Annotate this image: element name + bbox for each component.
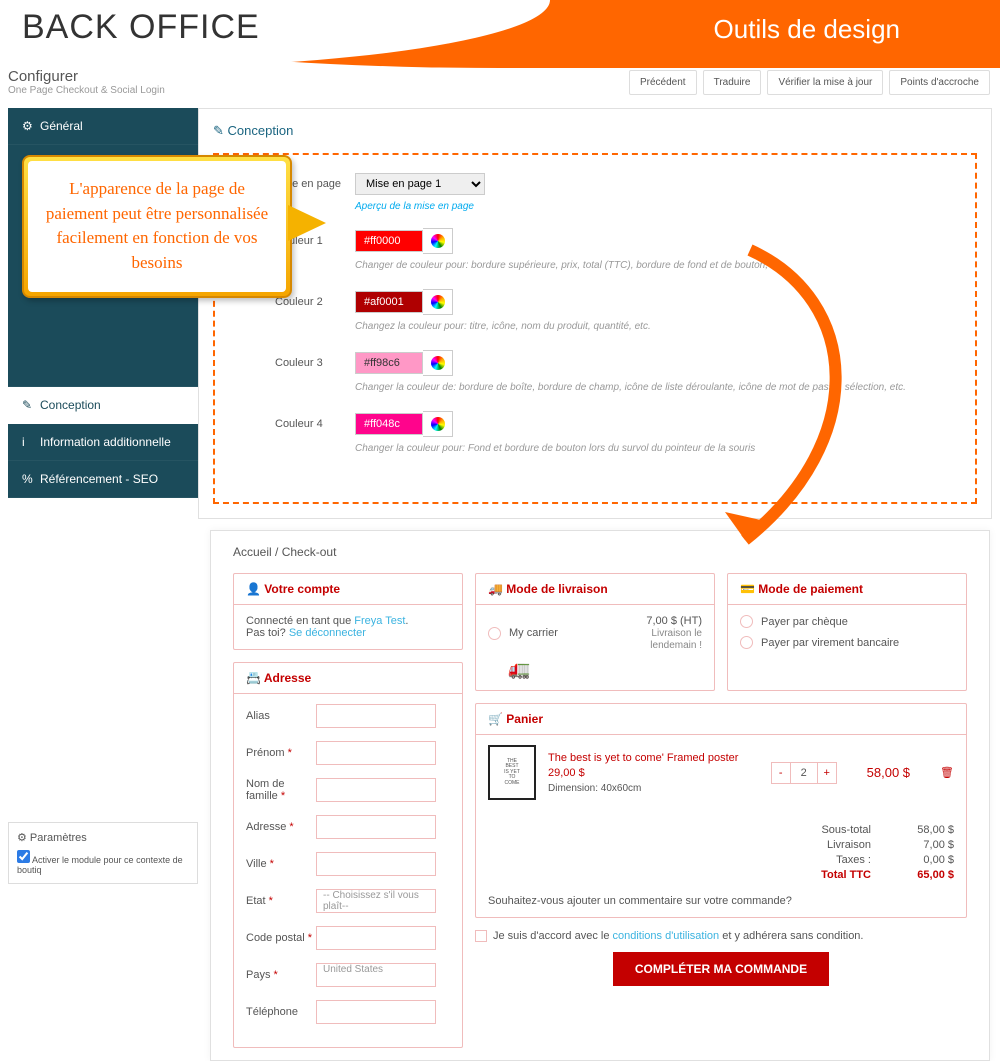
brush-icon: ✎ xyxy=(213,123,224,138)
payment-card: 💳 Mode de paiement Payer par chèque Paye… xyxy=(727,573,967,691)
color2-label: Couleur 2 xyxy=(275,296,355,308)
color3-label: Couleur 3 xyxy=(275,357,355,369)
color-wheel-icon xyxy=(431,356,445,370)
product-dim: Dimension: 40x60cm xyxy=(548,783,759,794)
qty-minus[interactable]: - xyxy=(771,762,791,784)
preview-link[interactable]: Aperçu de la mise en page xyxy=(355,201,925,212)
address-icon: 📇 xyxy=(246,671,261,685)
sidebar-item-seo[interactable]: %Référencement - SEO xyxy=(8,461,198,498)
color2-hint: Changez la couleur pour: titre, icône, n… xyxy=(355,321,925,332)
color1-hint: Changer de couleur pour: bordure supérie… xyxy=(355,260,925,271)
breadcrumb: Accueil / Check-out xyxy=(233,545,967,559)
color4-hint: Changer la couleur pour: Fond et bordure… xyxy=(355,443,925,454)
gear-icon: ⚙ xyxy=(22,119,34,133)
prev-button[interactable]: Précédent xyxy=(629,70,697,95)
color4-picker[interactable] xyxy=(423,411,453,437)
agree-checkbox[interactable] xyxy=(475,930,487,942)
color-wheel-icon xyxy=(431,295,445,309)
firstname-input[interactable] xyxy=(316,741,436,765)
address-input[interactable] xyxy=(316,815,436,839)
checkout-preview: Accueil / Check-out 👤 Votre compte Conne… xyxy=(210,530,990,1061)
params-title: ⚙ Paramètres xyxy=(17,831,189,844)
product-name: The best is yet to come' Framed poster xyxy=(548,752,759,764)
sidebar-item-general[interactable]: ⚙Général xyxy=(8,108,198,145)
phone-input[interactable] xyxy=(316,1000,436,1024)
color-wheel-icon xyxy=(431,417,445,431)
trash-icon[interactable]: 🗑 xyxy=(940,766,954,779)
callout-text: L'apparence de la page de paiement peut … xyxy=(28,161,286,292)
color2-input[interactable]: #af0001 xyxy=(355,291,423,313)
card-icon: 💳 xyxy=(740,582,755,596)
country-select[interactable]: United States xyxy=(316,963,436,987)
color1-input[interactable]: #ff0000 xyxy=(355,230,423,252)
sidebar-item-additional[interactable]: iInformation additionnelle xyxy=(8,424,198,461)
color2-picker[interactable] xyxy=(423,289,453,315)
layout-select[interactable]: Mise en page 1 xyxy=(355,173,485,195)
check-update-button[interactable]: Vérifier la mise à jour xyxy=(767,70,883,95)
radio-icon xyxy=(488,627,501,640)
header-banner: BACK OFFICE Outils de design xyxy=(0,0,1000,68)
highlight-box: Mise en page Mise en page 1 Aperçu de la… xyxy=(213,153,977,504)
callout-bubble: L'apparence de la page de paiement peut … xyxy=(22,155,292,298)
link-icon: % xyxy=(22,472,34,486)
color3-input[interactable]: #ff98c6 xyxy=(355,352,423,374)
alias-input[interactable] xyxy=(316,704,436,728)
lastname-input[interactable] xyxy=(316,778,436,802)
hooks-button[interactable]: Points d'accroche xyxy=(889,70,990,95)
product-thumb: THEBESTIS YETTOCOME xyxy=(488,745,536,800)
color1-picker[interactable] xyxy=(423,228,453,254)
enable-module-label: Activer le module pour ce contexte de bo… xyxy=(17,855,183,875)
comment-prompt: Souhaitez-vous ajouter un commentaire su… xyxy=(488,895,954,907)
color4-label: Couleur 4 xyxy=(275,418,355,430)
color3-picker[interactable] xyxy=(423,350,453,376)
color-wheel-icon xyxy=(431,234,445,248)
top-button-bar: Précédent Traduire Vérifier la mise à jo… xyxy=(629,70,990,95)
enable-module-checkbox[interactable] xyxy=(17,850,30,863)
user-icon: 👤 xyxy=(246,582,261,596)
design-tools-title: Outils de design xyxy=(714,14,900,45)
pay-wire[interactable]: Payer par virement bancaire xyxy=(740,636,954,649)
city-input[interactable] xyxy=(316,852,436,876)
main-panel: ✎ Conception Mise en page Mise en page 1… xyxy=(198,108,992,519)
cart-card: 🛒 Panier THEBESTIS YETTOCOME The best is… xyxy=(475,703,967,918)
color4-input[interactable]: #ff048c xyxy=(355,413,423,435)
info-icon: i xyxy=(22,435,34,449)
carrier-option[interactable]: My carrier 7,00 $ (HT) Livraison le lend… xyxy=(488,615,702,651)
account-card: 👤 Votre compte Connecté en tant que Frey… xyxy=(233,573,463,650)
qty-value: 2 xyxy=(791,762,817,784)
address-card: 📇 Adresse Alias Prénom * Nom de famille … xyxy=(233,662,463,1048)
shipping-icon: 🚛 xyxy=(508,659,702,680)
params-box: ⚙ Paramètres Activer le module pour ce c… xyxy=(8,822,198,884)
shipping-card: 🚚 Mode de livraison My carrier 7,00 $ (H… xyxy=(475,573,715,691)
zip-input[interactable] xyxy=(316,926,436,950)
qty-plus[interactable]: + xyxy=(817,762,837,784)
translate-button[interactable]: Traduire xyxy=(703,70,762,95)
agree-row[interactable]: Je suis d'accord avec le conditions d'ut… xyxy=(475,930,967,942)
terms-link[interactable]: conditions d'utilisation xyxy=(613,930,720,942)
pay-cheque[interactable]: Payer par chèque xyxy=(740,615,954,628)
cart-icon: 🛒 xyxy=(488,712,503,726)
product-price: 29,00 $ xyxy=(548,767,759,779)
brush-icon: ✎ xyxy=(22,398,34,412)
panel-title: ✎ Conception xyxy=(213,123,977,139)
sidebar-item-design[interactable]: ✎Conception xyxy=(8,387,198,424)
user-link[interactable]: Freya Test xyxy=(354,615,405,627)
line-price: 58,00 $ xyxy=(867,765,910,780)
back-office-title: BACK OFFICE xyxy=(22,8,260,47)
radio-icon xyxy=(740,615,753,628)
radio-icon xyxy=(740,636,753,649)
complete-order-button[interactable]: COMPLÉTER MA COMMANDE xyxy=(613,952,829,986)
color3-hint: Changer la couleur de: bordure de boîte,… xyxy=(355,382,925,393)
truck-icon: 🚚 xyxy=(488,582,503,596)
state-select[interactable]: -- Choisissez s'il vous plaît-- xyxy=(316,889,436,913)
logout-link[interactable]: Se déconnecter xyxy=(289,627,366,639)
callout-tail xyxy=(288,205,326,241)
